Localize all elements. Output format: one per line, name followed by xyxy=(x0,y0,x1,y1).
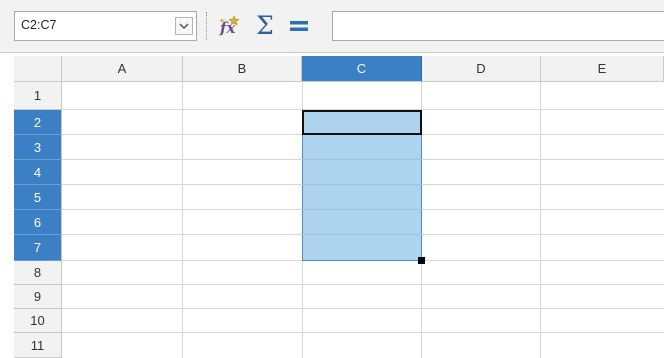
row-header-3[interactable]: 3 xyxy=(14,135,62,160)
toolbar-separator xyxy=(206,12,208,40)
row-header-1[interactable]: 1 xyxy=(14,82,62,110)
row-header-9[interactable]: 9 xyxy=(14,285,62,309)
row-header-8[interactable]: 8 xyxy=(14,261,62,285)
name-box[interactable]: C2:C7 xyxy=(14,11,197,41)
column-header-c[interactable]: C xyxy=(302,56,422,82)
select-all-corner[interactable] xyxy=(14,56,62,82)
chevron-down-icon[interactable] xyxy=(175,17,193,35)
row-header-5[interactable]: 5 xyxy=(14,185,62,210)
column-header-b[interactable]: B xyxy=(183,56,302,82)
row-header-2[interactable]: 2 xyxy=(14,110,62,135)
row-header-6[interactable]: 6 xyxy=(14,210,62,235)
column-header-d[interactable]: D xyxy=(422,56,541,82)
sigma-sum-icon[interactable]: Σ xyxy=(252,12,278,40)
selection-row-divider xyxy=(302,159,422,160)
equals-formula-icon[interactable] xyxy=(285,12,313,40)
name-box-value[interactable]: C2:C7 xyxy=(21,18,56,32)
row-header-10[interactable]: 10 xyxy=(14,309,62,333)
gridline xyxy=(182,82,183,358)
row-header-4[interactable]: 4 xyxy=(14,160,62,185)
selection-row-divider xyxy=(302,209,422,210)
row-header-11[interactable]: 11 xyxy=(14,333,62,358)
formula-toolbar: C2:C7 fx Σ xyxy=(0,0,664,53)
row-header-7[interactable]: 7 xyxy=(14,235,62,261)
formula-input[interactable] xyxy=(332,11,664,41)
active-cell-c2[interactable] xyxy=(302,110,422,135)
selection-row-divider xyxy=(302,234,422,235)
gridline xyxy=(62,284,664,285)
autofill-handle[interactable] xyxy=(418,257,425,264)
function-wizard-icon[interactable]: fx xyxy=(216,12,246,40)
gridline xyxy=(540,82,541,358)
gridline xyxy=(62,332,664,333)
selection-row-divider xyxy=(302,184,422,185)
column-header-a[interactable]: A xyxy=(62,56,183,82)
gridline xyxy=(62,308,664,309)
column-header-e[interactable]: E xyxy=(541,56,664,82)
